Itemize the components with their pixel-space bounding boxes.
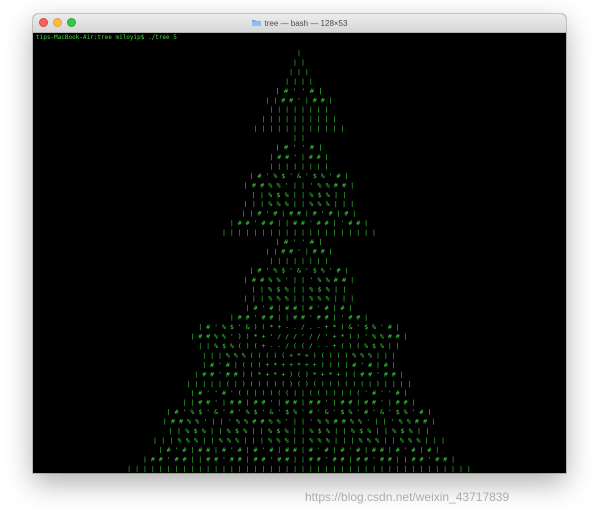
tree-row: | # # ' # # ) ( * + * + ) ( ) * + * + ) … bbox=[194, 371, 403, 378]
watermark-text: https://blog.csdn.net/weixin_43717839 bbox=[305, 490, 510, 504]
tree-row: | # ' % $ ' & ' $ % ' # | bbox=[250, 173, 349, 180]
minimize-button[interactable] bbox=[53, 18, 62, 27]
tree-row: | # ' ' # | bbox=[275, 145, 322, 152]
tree-row: | # ' ' # | bbox=[275, 239, 322, 246]
ascii-tree-output: | | | | | | | | | | | # ' ' # | | | # # ' | #… bbox=[127, 50, 471, 473]
tree-row: | | | % % % | | % % % | | | bbox=[244, 201, 355, 208]
tree-row: | # # % % ' | | ' % % # # | bbox=[244, 277, 355, 284]
tree-row: | | | % % % ( ) ( ) ( + * + ) ( ) ( ) % … bbox=[202, 352, 396, 359]
tree-row: | # ' % $ ' & ' $ % ' # | bbox=[250, 267, 349, 274]
tree-row: | | % $ % | | % $ % | | % $ % | | % $ % … bbox=[169, 428, 430, 435]
tree-row: | # ' ' # | bbox=[275, 88, 322, 95]
folder-icon bbox=[251, 19, 261, 28]
tree-row: | | | | | | | | | | | | bbox=[254, 126, 345, 133]
tree-row: | # ' ' # ' ( ( | ) ) ( ( | | ( ( ) ) | … bbox=[190, 390, 407, 397]
title-bar[interactable]: tree — bash — 128×53 bbox=[33, 14, 566, 33]
tree-row: | | % $ % | | % $ % | | bbox=[252, 192, 347, 199]
tree-row: | | | | | | | | bbox=[269, 163, 328, 170]
window-title: tree — bash — 128×53 bbox=[264, 18, 348, 28]
tree-row: | | | | | | | | | | bbox=[261, 116, 336, 123]
tree-row: | | # # ' | # # | bbox=[265, 97, 332, 104]
tree-row: | | % $ % | | % $ % | | bbox=[252, 286, 347, 293]
tree-row: | | | | | | | | | | | | | | | | | | | | … bbox=[127, 466, 471, 473]
tree-row: | # ' % $ ' & ' # ' % $ ' & ' $ % ' # ' … bbox=[167, 409, 432, 416]
tree-row: | | | | bbox=[285, 78, 313, 85]
tree-row: | # ' # | # # | # ' # | # ' # | # # | # … bbox=[159, 447, 439, 454]
tree-row: | | | % % % | | % % % | | | bbox=[244, 296, 355, 303]
tree-row: | # # ' # # | | # # ' # # | ' # # | bbox=[230, 315, 368, 322]
tree-row: | | | | | ( | ) ( ) ( ) ( ) ( ) ( ) ( ) … bbox=[186, 381, 411, 388]
tree-row: | | % $ % ( ) ( + - - / ( ( / - - + ( ) … bbox=[198, 343, 399, 350]
terminal-content[interactable]: tips-MacBook-Air:tree miloyip$ ./tree 5 … bbox=[33, 33, 566, 473]
tree-row: | # ' % $ ' & ) ( * + - . / . - + * ) & … bbox=[198, 324, 399, 331]
tree-row: | # # % % ' ) ) * + ' / / / ' / / ' + * … bbox=[190, 334, 407, 341]
tree-row: | # # ' # # | | # # ' # # | # # ' # # | … bbox=[143, 456, 455, 463]
tree-row: | | | bbox=[289, 69, 309, 76]
tree-row: | # # ' # # | | # # ' # # | ' # # | bbox=[230, 220, 368, 227]
tree-row: | | # # ' | # # | bbox=[265, 248, 332, 255]
tree-row: | | | | | | | | bbox=[269, 107, 328, 114]
window-controls bbox=[39, 18, 76, 27]
window-title-group: tree — bash — 128×53 bbox=[251, 18, 348, 28]
tree-row: | | bbox=[293, 135, 305, 142]
tree-row: | | # # ' | # # | # # ' | # # | # # ' | … bbox=[182, 400, 415, 407]
terminal-window: tree — bash — 128×53 tips-MacBook-Air:tr… bbox=[33, 14, 566, 473]
desktop-page: tree — bash — 128×53 tips-MacBook-Air:tr… bbox=[0, 0, 600, 521]
tree-row: | # # ' | # # | bbox=[269, 154, 328, 161]
tree-row: | | | | | | | | bbox=[269, 258, 328, 265]
zoom-button[interactable] bbox=[67, 18, 76, 27]
tree-row: | | | % % % | | % % % | | | % % % | | % … bbox=[153, 437, 445, 444]
tree-row: | # ' # | # # | # ' # | # | bbox=[246, 305, 353, 312]
tree-row: | | | | | | | | | | | | | | | | | | | | bbox=[222, 230, 376, 237]
tree-row: | # # % % ' | | ' % % # # % % ' | | ' % … bbox=[163, 419, 436, 426]
tree-row: | bbox=[297, 50, 301, 57]
tree-row: | | # ' # | # # | # ' # | # | bbox=[242, 211, 357, 218]
tree-row: | | bbox=[293, 59, 305, 66]
tree-row: | # ' # | ( ( ) + * + + * + + ) ) ( | # … bbox=[202, 362, 396, 369]
close-button[interactable] bbox=[39, 18, 48, 27]
tree-row: | # # % % ' | | ' % % # # | bbox=[244, 182, 355, 189]
